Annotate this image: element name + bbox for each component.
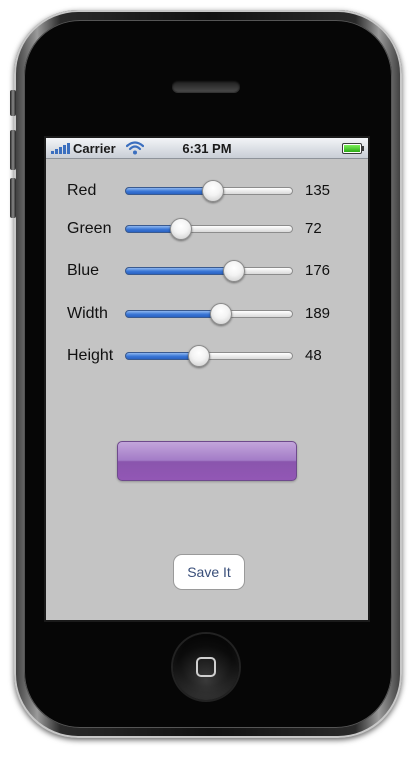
slider-thumb-height[interactable] bbox=[187, 345, 210, 367]
slider-thumb-blue[interactable] bbox=[222, 260, 245, 282]
slider-track-green[interactable] bbox=[125, 225, 293, 233]
slider-label-green: Green bbox=[67, 220, 112, 237]
save-button[interactable]: Save It bbox=[173, 554, 245, 590]
volume-up-button bbox=[10, 130, 16, 170]
slider-row-green: Green 72 bbox=[46, 214, 368, 244]
slider-row-width: Width 189 bbox=[46, 299, 368, 329]
home-button[interactable] bbox=[173, 634, 239, 700]
slider-label-blue: Blue bbox=[67, 262, 100, 279]
slider-fill-width bbox=[125, 310, 221, 318]
slider-value-blue: 176 bbox=[305, 262, 331, 279]
slider-thumb-width[interactable] bbox=[209, 303, 232, 325]
slider-label-width: Width bbox=[67, 305, 108, 322]
slider-thumb-red[interactable] bbox=[202, 180, 225, 202]
slider-thumb-green[interactable] bbox=[170, 218, 193, 240]
slider-value-width: 189 bbox=[305, 305, 331, 322]
ring-silent-switch bbox=[10, 90, 16, 116]
slider-fill-red bbox=[125, 187, 214, 195]
app-screen: Carrier 6:31 PM Red 135 Green 72 Blue 17… bbox=[46, 138, 368, 620]
earpiece-speaker bbox=[172, 80, 240, 92]
slider-row-height: Height 48 bbox=[46, 341, 368, 371]
volume-down-button bbox=[10, 178, 16, 218]
slider-row-red: Red 135 bbox=[46, 176, 368, 206]
slider-label-red: Red bbox=[67, 182, 97, 199]
status-time: 6:31 PM bbox=[182, 141, 232, 156]
slider-value-red: 135 bbox=[305, 182, 331, 199]
slider-label-height: Height bbox=[67, 347, 114, 364]
slider-value-height: 48 bbox=[305, 347, 322, 364]
home-square-icon bbox=[196, 657, 216, 677]
slider-row-blue: Blue 176 bbox=[46, 256, 368, 286]
slider-track-blue[interactable] bbox=[125, 267, 293, 275]
battery-icon bbox=[342, 143, 364, 154]
status-bar: Carrier 6:31 PM bbox=[46, 138, 368, 159]
battery-level-fill bbox=[344, 145, 360, 152]
slider-value-green: 72 bbox=[305, 220, 322, 237]
color-preview-swatch bbox=[117, 441, 297, 481]
slider-fill-blue bbox=[125, 267, 234, 275]
